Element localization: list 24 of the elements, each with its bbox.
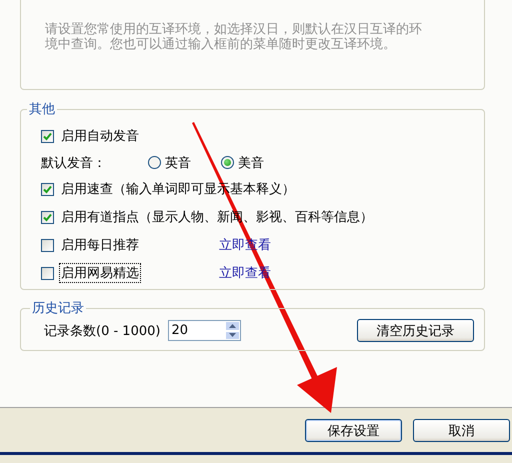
dialog-button[interactable]: 保存设置 (305, 419, 402, 442)
dialog-button[interactable]: 取消 (413, 419, 510, 442)
pronunciation-label: 默认发音： (41, 154, 107, 172)
checkbox[interactable] (41, 130, 54, 142)
record-count-label: 记录条数(0 - 1000) (44, 322, 160, 340)
down-arrow-icon[interactable] (229, 333, 236, 338)
intro-text: 请设置您常使用的互译环境，如选择汉日，则默认在汉日互译的环境中查询。您也可以通过输入框前的菜单随时更改互译环境。 (45, 22, 423, 52)
radio-option[interactable]: 英音 (148, 154, 191, 172)
checkbox[interactable] (41, 210, 54, 224)
record-count-spinner[interactable]: 20 (168, 320, 242, 341)
radio-option[interactable]: 美音 (221, 154, 264, 172)
group-title: 历史记录 (31, 300, 85, 317)
radio-button[interactable] (221, 156, 234, 169)
checkbox[interactable] (41, 266, 54, 280)
clear-history-button[interactable]: 清空历史记录 (357, 319, 474, 342)
up-arrow-icon[interactable] (229, 324, 236, 328)
checkbox-label[interactable]: 启用每日推荐 (59, 235, 141, 255)
group-title: 其他 (28, 101, 56, 118)
checkbox-label[interactable]: 启用网易精选 (59, 263, 141, 283)
checkbox-label[interactable]: 启用自动发音 (59, 126, 141, 146)
radio-button[interactable] (148, 156, 161, 169)
record-count-field[interactable]: 20 (169, 321, 226, 340)
checkbox[interactable] (41, 182, 54, 196)
checkbox[interactable] (41, 238, 54, 252)
